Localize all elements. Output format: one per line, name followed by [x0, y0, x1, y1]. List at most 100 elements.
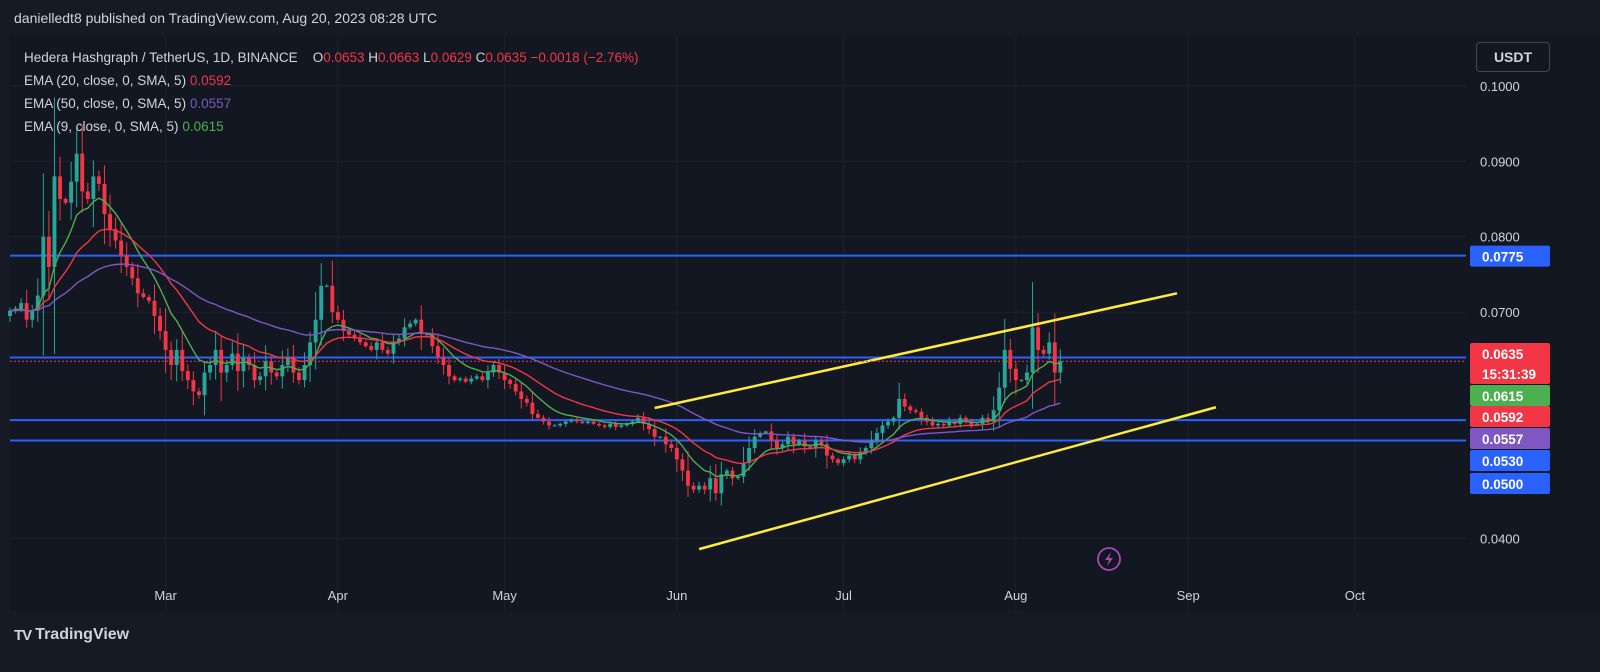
candle-body[interactable] — [463, 378, 468, 382]
candle-body[interactable] — [274, 372, 279, 377]
candle-body[interactable] — [619, 425, 624, 427]
candle-body[interactable] — [146, 297, 151, 301]
candle-body[interactable] — [19, 303, 24, 309]
candle-body[interactable] — [108, 214, 112, 230]
candle-body[interactable] — [752, 436, 757, 449]
candle-body[interactable] — [719, 474, 724, 494]
candle-body[interactable] — [335, 312, 340, 320]
candle-body[interactable] — [636, 417, 640, 422]
candle-body[interactable] — [524, 398, 529, 403]
candle-body[interactable] — [152, 300, 157, 316]
candle-body[interactable] — [474, 376, 479, 379]
candle-body[interactable] — [841, 459, 846, 464]
candle-body[interactable] — [185, 371, 190, 381]
channel-lower-line[interactable] — [698, 406, 1217, 551]
candle-body[interactable] — [258, 376, 263, 381]
candle-body[interactable] — [213, 349, 218, 366]
candle-body[interactable] — [874, 432, 879, 441]
legend-ema20-row[interactable]: EMA (20, close, 0, SMA, 5) 0.0592 — [24, 69, 639, 92]
candle-body[interactable] — [558, 423, 563, 426]
candle-body[interactable] — [830, 455, 835, 460]
candle-body[interactable] — [452, 376, 457, 381]
candle-body[interactable] — [46, 236, 51, 267]
candle-body[interactable] — [180, 349, 185, 372]
currency-button[interactable]: USDT — [1476, 42, 1550, 72]
candle-body[interactable] — [158, 315, 162, 332]
candle-body[interactable] — [763, 431, 768, 433]
candle-body[interactable] — [535, 414, 540, 418]
candle-body[interactable] — [1036, 327, 1041, 350]
candle-body[interactable] — [30, 310, 35, 320]
candle-body[interactable] — [774, 440, 779, 449]
candle-body[interactable] — [69, 181, 74, 203]
candle-body[interactable] — [786, 436, 790, 445]
candle-body[interactable] — [708, 478, 713, 490]
candle-body[interactable] — [1052, 342, 1057, 373]
candle-body[interactable] — [597, 423, 602, 426]
candle-body[interactable] — [613, 423, 618, 427]
candle-body[interactable] — [380, 342, 385, 350]
candle-body[interactable] — [919, 411, 924, 418]
candle-body[interactable] — [369, 346, 374, 350]
candle-body[interactable] — [313, 319, 318, 343]
candle-body[interactable] — [197, 391, 201, 396]
candle-body[interactable] — [852, 455, 857, 460]
candle-body[interactable] — [1019, 380, 1024, 382]
candle-body[interactable] — [886, 421, 890, 426]
candle-body[interactable] — [580, 421, 585, 424]
candle-body[interactable] — [63, 198, 68, 203]
candle-body[interactable] — [541, 417, 546, 422]
candle-body[interactable] — [736, 476, 740, 479]
candle-body[interactable] — [602, 425, 607, 427]
candle-body[interactable] — [458, 378, 463, 381]
candle-body[interactable] — [797, 440, 802, 445]
candle-body[interactable] — [697, 485, 702, 490]
candle-body[interactable] — [435, 346, 440, 358]
candle-body[interactable] — [319, 285, 324, 320]
candle-body[interactable] — [130, 266, 135, 279]
candle-body[interactable] — [686, 470, 690, 486]
candle-body[interactable] — [936, 423, 941, 426]
candle-body[interactable] — [908, 406, 913, 411]
candle-body[interactable] — [1041, 349, 1046, 354]
candle-body[interactable] — [902, 398, 907, 407]
candle-body[interactable] — [713, 478, 718, 494]
candle-body[interactable] — [941, 423, 946, 426]
candle-body[interactable] — [652, 429, 657, 437]
candle-body[interactable] — [297, 372, 301, 381]
candle-body[interactable] — [102, 183, 107, 215]
candle-body[interactable] — [469, 378, 474, 382]
candle-body[interactable] — [563, 421, 568, 424]
candle-body[interactable] — [691, 485, 696, 490]
candle-body[interactable] — [608, 423, 613, 427]
candle-body[interactable] — [124, 255, 129, 267]
candle-body[interactable] — [241, 357, 246, 372]
candle-body[interactable] — [1047, 342, 1052, 354]
candle-body[interactable] — [674, 448, 679, 460]
candle-body[interactable] — [680, 459, 685, 471]
candle-body[interactable] — [508, 380, 513, 384]
candle-body[interactable] — [513, 383, 518, 392]
candle-body[interactable] — [891, 417, 896, 422]
candle-body[interactable] — [913, 410, 918, 412]
candle-body[interactable] — [402, 327, 407, 339]
candle-body[interactable] — [702, 485, 707, 490]
candle-body[interactable] — [591, 421, 596, 424]
candle-body[interactable] — [997, 387, 1002, 411]
candle-body[interactable] — [202, 372, 207, 396]
candle-body[interactable] — [80, 153, 85, 192]
candle-body[interactable] — [769, 431, 774, 441]
candle-body[interactable] — [1002, 349, 1007, 388]
candle-body[interactable] — [485, 372, 490, 381]
candle-body[interactable] — [385, 349, 390, 354]
candle-body[interactable] — [1013, 368, 1018, 381]
candle-body[interactable] — [74, 153, 79, 182]
candle-body[interactable] — [163, 331, 168, 350]
candle-body[interactable] — [324, 285, 329, 287]
candle-body[interactable] — [897, 398, 902, 418]
candle-body[interactable] — [574, 419, 579, 422]
candle-body[interactable] — [280, 365, 285, 377]
candle-body[interactable] — [58, 176, 62, 199]
candle-body[interactable] — [819, 440, 824, 445]
candle-body[interactable] — [91, 176, 96, 199]
